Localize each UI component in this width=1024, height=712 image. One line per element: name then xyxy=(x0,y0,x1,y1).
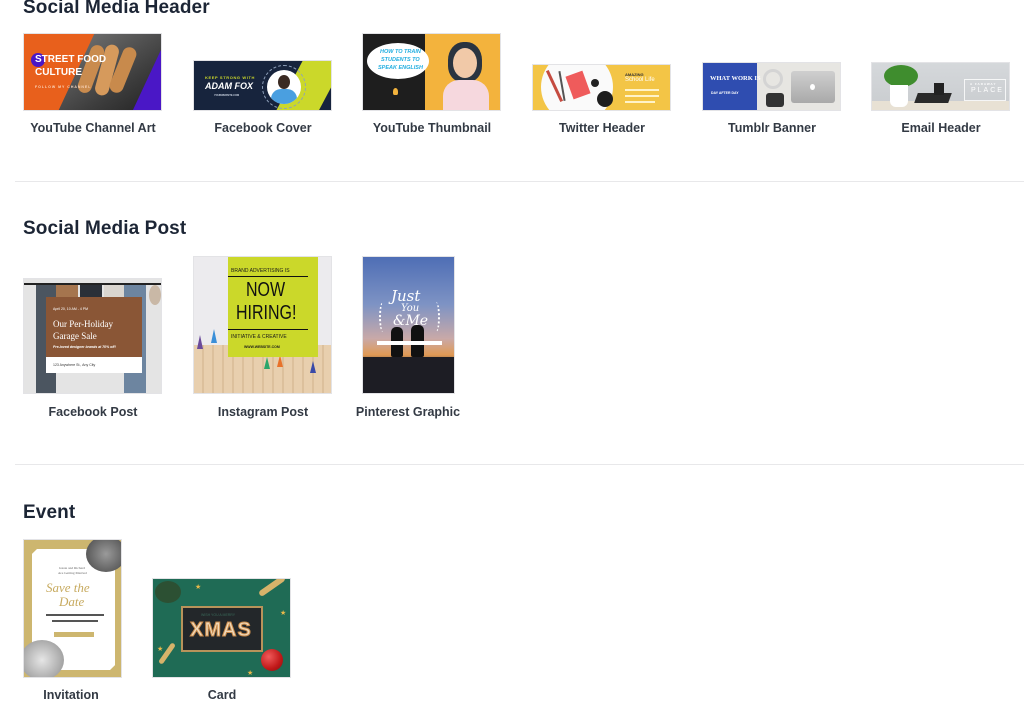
thumb-text: &Me xyxy=(393,313,429,329)
section-title-social-media-post: Social Media Post xyxy=(23,218,187,239)
template-youtube-thumbnail[interactable]: HOW TO TRAIN STUDENTS TO SPEAK ENGLISH Y… xyxy=(347,30,517,140)
laurel-right-icon xyxy=(432,302,440,332)
thumb-text: WHAT WORK IS xyxy=(710,75,761,82)
thumb-text: Our Per-Holiday xyxy=(53,319,114,329)
template-label: YouTube Channel Art xyxy=(30,121,156,135)
template-label: Card xyxy=(207,688,237,702)
thumb-text: NOW xyxy=(246,279,286,301)
section-title-event: Event xyxy=(23,502,76,523)
thumb-text: A FARAWAY xyxy=(970,82,997,86)
thumb-text: Date xyxy=(59,594,85,609)
thumb-text: BRAND ADVERTISING IS xyxy=(231,268,290,274)
template-label: Email Header xyxy=(901,121,981,135)
thumb-text: Jessie and Richard xyxy=(59,566,86,570)
thumb-text: April 20, 10 AM - 4 PM xyxy=(53,307,89,311)
thumb-text: Garage Sale xyxy=(53,331,97,341)
apple-logo-icon xyxy=(810,84,815,90)
template-card[interactable]: WISH YOU A MERRY XMAS ★ ★ ★ ★ Card xyxy=(137,538,307,708)
ornament-icon xyxy=(261,649,283,671)
template-label: Pinterest Graphic xyxy=(355,405,461,419)
thumb-text: 123 Anywhere St., Any City xyxy=(53,363,96,367)
template-invitation[interactable]: Jessie and Richard Are Getting Married S… xyxy=(8,538,138,708)
template-youtube-channel-art[interactable]: STREET FOOD CULTURE FOLLOW MY CHANNEL Yo… xyxy=(8,30,178,140)
thumbnail-card: WISH YOU A MERRY XMAS ★ ★ ★ ★ xyxy=(152,578,291,678)
thumbnail-instagram-post: BRAND ADVERTISING IS NOW HIRING! INITIAT… xyxy=(193,256,332,394)
template-label: Twitter Header xyxy=(559,121,645,135)
star-icon: ★ xyxy=(195,584,202,591)
thumb-text: STREET FOOD xyxy=(35,54,107,65)
thumb-text: PLACE xyxy=(971,87,1004,94)
section-divider xyxy=(15,181,1024,182)
thumb-text: CULTURE xyxy=(35,67,83,78)
star-icon: ★ xyxy=(247,670,254,677)
thumb-text: STUDENTS TO xyxy=(381,57,420,63)
section-title-social-media-header: Social Media Header xyxy=(23,0,210,18)
thumb-text: YOURWEBSITE.COM xyxy=(214,94,240,97)
thumbnail-facebook-post: April 20, 10 AM - 4 PM Our Per-Holiday G… xyxy=(23,278,162,394)
thumb-text: ADAM FOX xyxy=(205,81,253,91)
thumbnail-pinterest-graphic: Just You &Me xyxy=(362,256,455,394)
thumb-text: DAY AFTER DAY xyxy=(711,91,739,95)
template-label: Tumblr Banner xyxy=(728,121,816,135)
thumbnail-email-header: A FARAWAY PLACE xyxy=(871,62,1010,111)
thumb-text: INITIATIVE & CREATIVE xyxy=(231,334,287,340)
section-divider xyxy=(15,464,1024,465)
lightbulb-icon xyxy=(393,88,398,95)
thumbnail-facebook-cover: KEEP STRONG WITH ADAM FOX YOURWEBSITE.CO… xyxy=(193,60,332,111)
thumb-text: HOW TO TRAIN xyxy=(380,49,421,55)
thumb-text: HIRING! xyxy=(236,302,297,324)
thumb-text: School Life xyxy=(625,77,655,83)
thumb-text: KEEP STRONG WITH xyxy=(205,75,255,80)
template-tumblr-banner[interactable]: WHAT WORK IS DAY AFTER DAY Tumblr Banner xyxy=(687,30,857,140)
thumb-text: WWW.WEBSITE.COM xyxy=(244,345,280,349)
thumbnail-twitter-header: AMAZING School Life xyxy=(532,64,671,111)
laurel-left-icon xyxy=(379,302,387,332)
thumbnail-youtube-channel-art: STREET FOOD CULTURE FOLLOW MY CHANNEL xyxy=(23,33,162,111)
template-label: Facebook Post xyxy=(48,405,138,419)
template-label: Invitation xyxy=(43,688,99,702)
thumb-text: XMAS xyxy=(190,619,252,642)
template-pinterest-graphic[interactable]: Just You &Me Pinterest Graphic xyxy=(345,255,475,425)
template-label: YouTube Thumbnail xyxy=(372,121,492,135)
thumb-text: Pre-loved designer brands at 70% off! xyxy=(53,345,116,349)
star-icon: ★ xyxy=(157,646,164,653)
thumb-text: FOLLOW MY CHANNEL xyxy=(35,85,92,89)
thumbnail-tumblr-banner: WHAT WORK IS DAY AFTER DAY xyxy=(702,62,841,111)
template-label: Facebook Cover xyxy=(214,121,312,135)
template-twitter-header[interactable]: AMAZING School Life Twitter Header xyxy=(517,30,687,140)
template-facebook-post[interactable]: April 20, 10 AM - 4 PM Our Per-Holiday G… xyxy=(8,255,178,425)
template-email-header[interactable]: A FARAWAY PLACE Email Header xyxy=(856,30,1024,140)
thumb-text: WISH YOU A MERRY xyxy=(201,613,236,617)
thumbnail-youtube-thumbnail: HOW TO TRAIN STUDENTS TO SPEAK ENGLISH xyxy=(362,33,501,111)
star-icon: ★ xyxy=(280,610,287,617)
template-instagram-post[interactable]: BRAND ADVERTISING IS NOW HIRING! INITIAT… xyxy=(178,255,348,425)
template-facebook-cover[interactable]: KEEP STRONG WITH ADAM FOX YOURWEBSITE.CO… xyxy=(178,30,348,140)
thumb-text: SPEAK ENGLISH xyxy=(378,65,423,71)
thumb-text: Are Getting Married xyxy=(58,571,87,575)
thumbnail-invitation: Jessie and Richard Are Getting Married S… xyxy=(23,539,122,678)
